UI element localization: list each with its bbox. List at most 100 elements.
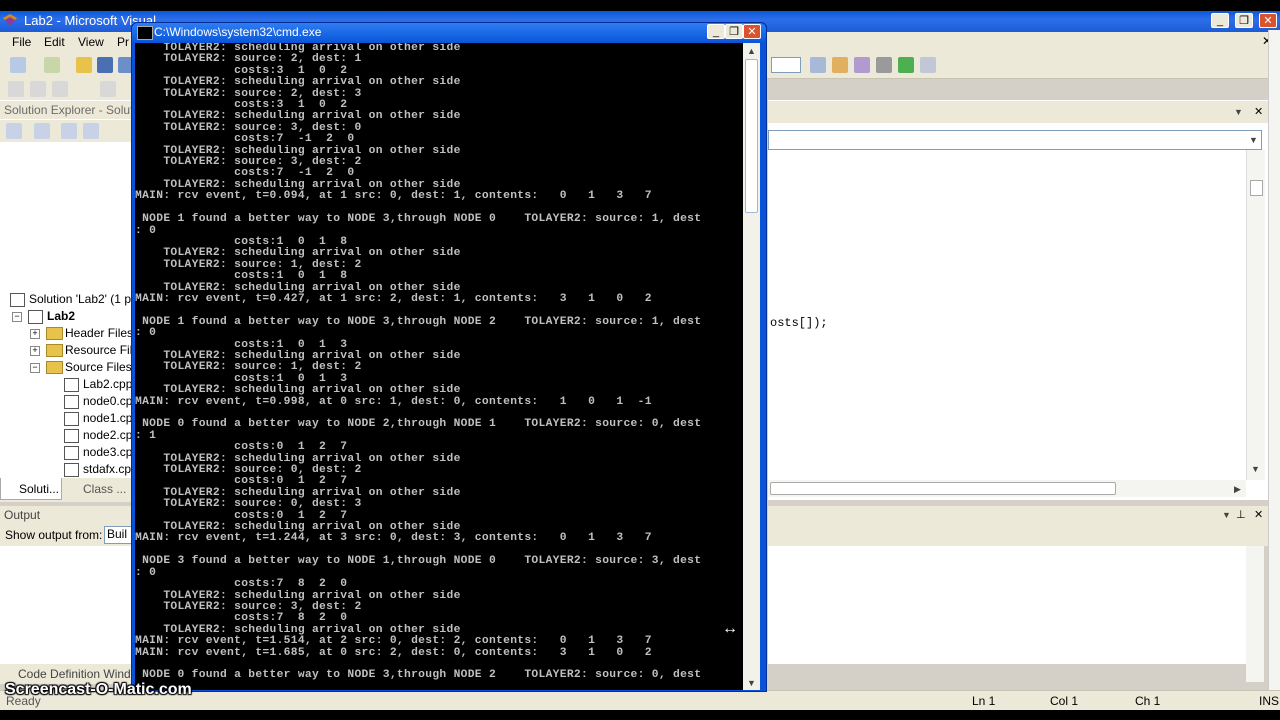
uncomment-icon[interactable] [100,81,116,97]
console-line: MAIN: rcv event, t=1.685, at 0 src: 2, d… [135,646,652,659]
cmd-minimize-button[interactable]: _ [707,24,725,39]
code-editor[interactable] [768,100,1280,500]
tree-item-label: node3.cp [83,445,133,459]
view-code-icon[interactable] [61,123,77,139]
editor-hscroll-thumb[interactable] [770,482,1116,495]
menu-project[interactable]: Pr [117,35,129,49]
scroll-up-icon[interactable]: ▲ [747,46,756,56]
tree-item-label: stdafx.cp [83,462,132,476]
cmd-maximize-button[interactable]: ❐ [725,24,743,39]
menu-file[interactable]: File [12,35,31,49]
letterbox-top [0,0,1280,11]
screencast-watermark: Screencast-O-Matic.com [5,681,192,698]
find-combo[interactable] [771,57,801,73]
expander-icon[interactable]: − [30,363,40,373]
console-line: TOLAYER2: scheduling arrival on other si… [135,76,461,89]
tree-item-label: Solution 'Lab2' (1 p [29,292,131,306]
menu-view[interactable]: View [78,35,104,49]
command-window-icon[interactable] [920,57,936,73]
file-icon [64,446,79,460]
console-line: TOLAYER2: source: 0, dest: 3 [135,498,362,511]
vs-close-button[interactable]: ✕ [1259,13,1277,28]
new-project-icon[interactable] [10,57,26,73]
tab-solution-label: Soluti... [19,482,60,496]
properties-icon[interactable] [854,57,870,73]
folder-icon [46,344,63,357]
chevron-down-icon: ▼ [1249,135,1258,145]
editor-scroll-thumb[interactable] [1250,180,1263,196]
class-view-icon[interactable] [83,123,99,139]
show-all-files-icon[interactable] [34,123,50,139]
status-line: Ln 1 [972,694,996,708]
console-line: costs:7 8 2 0 [135,578,348,591]
status-column: Col 1 [1050,694,1079,708]
tab-dropdown-icon[interactable]: ▼ [1234,107,1243,117]
console-line: : 0 [135,327,157,340]
code-line: osts[]); [770,316,828,330]
solution-explorer-tabs: Soluti... Class ... [0,478,135,502]
console-text: TOLAYER2: scheduling arrival on other si… [135,43,743,682]
members-combo[interactable]: ▼ [768,130,1262,150]
open-folder-icon[interactable] [76,57,92,73]
visual-studio-icon [3,14,17,26]
console-line: costs:7 8 2 0 [135,612,348,625]
save-icon[interactable] [97,57,113,73]
indent-icon[interactable] [8,81,24,97]
scroll-down-icon[interactable]: ▼ [747,678,756,688]
tree-item-label: node0.cp [83,394,133,408]
scroll-down-icon[interactable]: ▼ [1251,464,1260,474]
find-in-files-icon[interactable] [810,57,826,73]
vs-minimize-button[interactable]: _ [1211,13,1229,28]
tree-item-label: node2.cp [83,428,133,442]
editor-tab-strip: ▼ ✕ [768,101,1268,123]
tree-item-label: Header Files [65,326,134,340]
cmd-scroll-thumb[interactable] [745,59,758,213]
tree-item-label: Lab2 [47,309,76,323]
console-line: costs:1 0 1 8 [135,270,348,283]
pin-icon[interactable]: ⊥ [1236,508,1246,521]
output-dropdown-icon[interactable]: ▼ [1222,510,1231,520]
console-line: TOLAYER2: scheduling arrival on other si… [135,247,461,260]
output-text-area[interactable] [0,546,135,664]
cmd-close-button[interactable]: ✕ [743,24,761,39]
editor-close-icon[interactable]: ✕ [1254,105,1263,118]
status-char: Ch 1 [1135,694,1161,708]
menu-edit[interactable]: Edit [44,35,65,49]
expander-icon[interactable]: + [30,329,40,339]
console-line: NODE 1 found a better way to NODE 3,thro… [135,213,702,226]
file-icon [64,378,79,392]
start-page-icon[interactable] [898,57,914,73]
expander-icon[interactable]: − [12,312,22,322]
add-item-icon[interactable] [44,57,60,73]
cmd-console-output[interactable]: TOLAYER2: scheduling arrival on other si… [135,43,743,690]
solution-icon [10,293,25,307]
outdent-icon[interactable] [30,81,46,97]
window-edge-scrollbar[interactable] [1268,30,1280,690]
resize-cursor-icon: ↔ [722,620,738,637]
output-text-area-right[interactable] [768,546,1246,664]
cmd-window-title: C:\Windows\system32\cmd.exe [154,25,322,39]
console-line: NODE 3 found a better way to NODE 1,thro… [135,555,702,568]
output-close-icon[interactable]: ✕ [1254,508,1263,521]
solution-icon [28,310,43,324]
output-toolbar-right [768,524,1268,546]
solution-explorer-icon[interactable] [832,57,848,73]
vs-maximize-button[interactable]: ❐ [1235,13,1253,28]
properties-icon[interactable] [6,123,22,139]
console-line: NODE 0 found a better way to NODE 2,thro… [135,418,702,431]
tab-class-view[interactable]: Class ... [83,482,126,496]
status-bar: Ready Ln 1 Col 1 Ch 1 INS [0,690,1280,711]
console-line: TOLAYER2: scheduling arrival on other si… [135,384,461,397]
console-line: NODE 1 found a better way to NODE 3,thro… [135,315,702,328]
scroll-right-icon[interactable]: ▶ [1234,484,1241,495]
editor-vertical-scrollbar[interactable]: ▼ [1246,150,1265,480]
console-line: MAIN: rcv event, t=0.094, at 1 src: 0, d… [135,190,652,203]
vs-text-toolbar [0,78,135,100]
tree-item-label: Lab2.cpp [83,377,133,391]
output-panel-header: Output [0,506,135,524]
cmd-icon [137,26,153,40]
output-vertical-scrollbar[interactable] [1246,546,1264,682]
toolbox-icon[interactable] [876,57,892,73]
expander-icon[interactable]: + [30,346,40,356]
comment-icon[interactable] [52,81,68,97]
